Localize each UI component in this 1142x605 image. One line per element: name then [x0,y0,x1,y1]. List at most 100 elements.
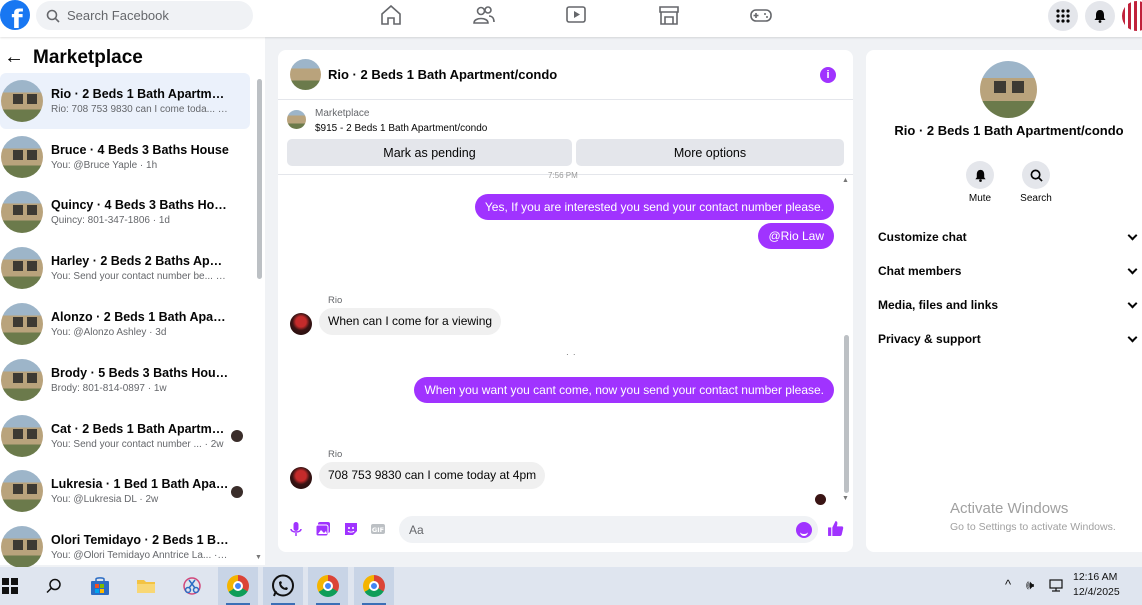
conversation-list: Rio · 2 Beds 1 Bath Apartment/c... Rio: 7… [0,73,250,575]
microphone-icon[interactable] [288,521,304,537]
chrome-window-1[interactable] [218,567,258,605]
search-label: Search [1020,193,1052,204]
search-icon [46,578,61,594]
conversation-preview: You: @Alonzo Ashley · 3d [51,327,167,339]
mark-pending-button[interactable]: Mark as pending [287,139,572,166]
privacy-support-row[interactable]: Privacy & support [878,329,1140,349]
emoji-icon[interactable] [796,522,812,538]
chat-panel: Rio · 2 Beds 1 Bath Apartment/condo i Ma… [278,50,853,552]
conversation-item[interactable]: Rio · 2 Beds 1 Bath Apartment/c... Rio: 7… [0,73,250,129]
video-icon[interactable] [565,5,587,25]
sidebar-header: ← Marketplace [4,46,143,69]
search-placeholder: Search Facebook [67,8,169,23]
chrome-icon [317,575,339,597]
outgoing-message: Yes, If you are interested you send your… [474,194,834,220]
conversation-item[interactable]: Alonzo · 2 Beds 1 Bath Apartme... You: @A… [0,296,250,352]
file-explorer-button[interactable] [126,567,166,605]
conversation-details-panel: Rio · 2 Beds 1 Bath Apartment/condo Mute… [866,50,1142,552]
conversation-title: Brody · 5 Beds 3 Baths House [51,365,229,380]
conversation-preview: You: Send your contact number ... · 2w [51,438,224,450]
chevron-up-icon[interactable]: ^ [1005,577,1011,592]
outgoing-message: @Rio Law [758,223,834,249]
read-receipt-avatar [815,494,826,505]
info-icon[interactable]: i [820,67,836,83]
sender-avatar[interactable] [290,467,312,489]
conversation-item[interactable]: Quincy · 4 Beds 3 Baths House Quincy: 801… [0,185,250,241]
conversation-item[interactable]: Harley · 2 Beds 2 Baths Apartme... You: S… [0,240,250,296]
listing-thumbnail [1,191,43,234]
clock-date: 12/4/2025 [1073,586,1120,598]
chevron-down-icon [1127,230,1138,241]
gif-icon[interactable]: GIF [370,521,386,537]
chevron-down-icon [1127,332,1138,343]
chrome-window-3[interactable] [354,567,394,605]
clock-time: 12:16 AM [1073,571,1118,583]
gaming-icon[interactable] [750,5,772,25]
system-clock[interactable]: 12:16 AM 12/4/2025 [1073,570,1120,600]
scroll-down-icon[interactable]: ▼ [255,554,262,561]
back-arrow-icon[interactable]: ← [4,46,24,69]
scroll-down-icon[interactable]: ▼ [842,495,849,502]
media-files-links-row[interactable]: Media, files and links [878,295,1140,315]
chat-avatar[interactable] [290,59,321,90]
activate-windows-subtitle: Go to Settings to activate Windows. [950,521,1116,533]
more-options-button[interactable]: More options [576,139,844,166]
store-icon [91,577,109,595]
bell-icon [974,169,986,182]
sidebar-title: Marketplace [33,46,143,68]
volume-icon[interactable]: 🕪 [1026,577,1034,593]
photo-icon[interactable] [315,521,331,537]
grid-icon [1056,9,1070,23]
conversation-title: Bruce · 4 Beds 3 Baths House [51,142,229,157]
chrome-window-2[interactable] [308,567,348,605]
marketplace-listing-card: Marketplace $915 - 2 Beds 1 Bath Apartme… [278,100,853,175]
chat-title[interactable]: Rio · 2 Beds 1 Bath Apartment/condo [328,67,557,82]
listing-price[interactable]: $915 - 2 Beds 1 Bath Apartment/condo [315,123,487,134]
whatsapp-icon [272,574,294,597]
snipping-tool-button[interactable] [172,567,212,605]
message-input[interactable] [399,516,818,543]
search-in-conversation-button[interactable]: Search [1011,161,1061,204]
search-box[interactable]: Search Facebook [36,1,253,30]
home-icon[interactable] [380,5,402,25]
conversation-item[interactable]: Cat · 2 Beds 1 Bath Apartment... You: Sen… [0,408,250,464]
conversation-preview: Rio: 708 753 9830 can I come toda... · 1… [51,103,229,115]
taskbar-search-button[interactable] [34,567,74,605]
scroll-up-icon[interactable]: ▲ [842,177,849,184]
search-icon [46,9,60,23]
listing-thumbnail [1,247,43,290]
listing-avatar[interactable] [980,61,1037,118]
facebook-logo[interactable]: f [0,0,30,30]
sidebar-scrollbar[interactable] [257,79,262,279]
chat-scrollbar[interactable] [844,335,849,493]
thumbs-up-icon[interactable] [827,520,844,537]
notifications-button[interactable] [1085,1,1115,31]
mute-button[interactable]: Mute [955,161,1005,204]
start-button[interactable] [0,567,30,605]
sticker-icon[interactable] [343,521,359,537]
marketplace-icon[interactable] [658,5,680,25]
listing-thumbnail[interactable] [287,110,306,129]
message-timestamp: 7:56 PM [548,171,578,180]
profile-avatar[interactable] [1122,1,1142,31]
whatsapp-button[interactable] [263,567,303,605]
sender-name: Rio [328,295,343,306]
network-icon[interactable] [1049,579,1063,592]
store-button[interactable] [80,567,120,605]
conversation-item[interactable]: Brody · 5 Beds 3 Baths House Brody: 801-8… [0,352,250,408]
chat-members-row[interactable]: Chat members [878,261,1140,281]
conversation-title: Quincy · 4 Beds 3 Baths House [51,198,229,213]
customize-chat-row[interactable]: Customize chat [878,227,1140,247]
listing-thumbnail [1,358,43,401]
row-label: Customize chat [878,230,967,244]
menu-grid-button[interactable] [1048,1,1078,31]
sender-name: Rio [328,449,343,460]
conversation-item[interactable]: Bruce · 4 Beds 3 Baths House You: @Bruce … [0,129,250,185]
incoming-message: When can I come for a viewing [319,308,502,335]
friends-icon[interactable] [473,5,495,25]
chevron-down-icon [1127,298,1138,309]
sender-avatar[interactable] [290,313,312,335]
incoming-message: 708 753 9830 can I come today at 4pm [319,462,546,489]
chrome-icon [227,575,249,597]
conversation-item[interactable]: Lukresia · 1 Bed 1 Bath Apartm... You: @L… [0,464,250,520]
